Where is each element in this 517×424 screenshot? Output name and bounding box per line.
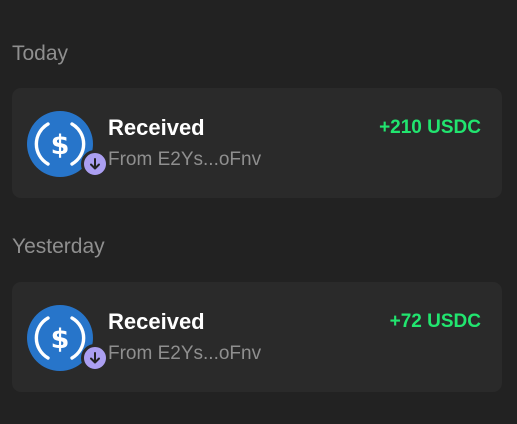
token-icon-wrap: $: [27, 305, 109, 372]
transaction-title: Received: [108, 115, 205, 140]
received-badge: [81, 150, 109, 178]
transaction-item[interactable]: $ Received From E2Ys...oFnv +72 USDC: [12, 282, 502, 392]
transaction-title: Received: [108, 309, 205, 334]
section-title-yesterday: Yesterday: [12, 235, 105, 258]
transaction-sender: From E2Ys...oFnv: [108, 343, 262, 364]
transaction-amount: +72 USDC: [389, 311, 481, 332]
svg-text:$: $: [51, 130, 70, 161]
transaction-sender: From E2Ys...oFnv: [108, 149, 262, 170]
token-icon-wrap: $: [27, 111, 109, 178]
arrow-down-icon: [90, 158, 100, 170]
arrow-down-icon: [90, 352, 100, 364]
svg-text:$: $: [51, 324, 70, 355]
section-title-today: Today: [12, 42, 69, 65]
transaction-amount: +210 USDC: [379, 117, 481, 138]
transaction-item[interactable]: $ Received From E2Ys...oFnv +210 USDC: [12, 88, 502, 198]
received-badge: [81, 344, 109, 372]
